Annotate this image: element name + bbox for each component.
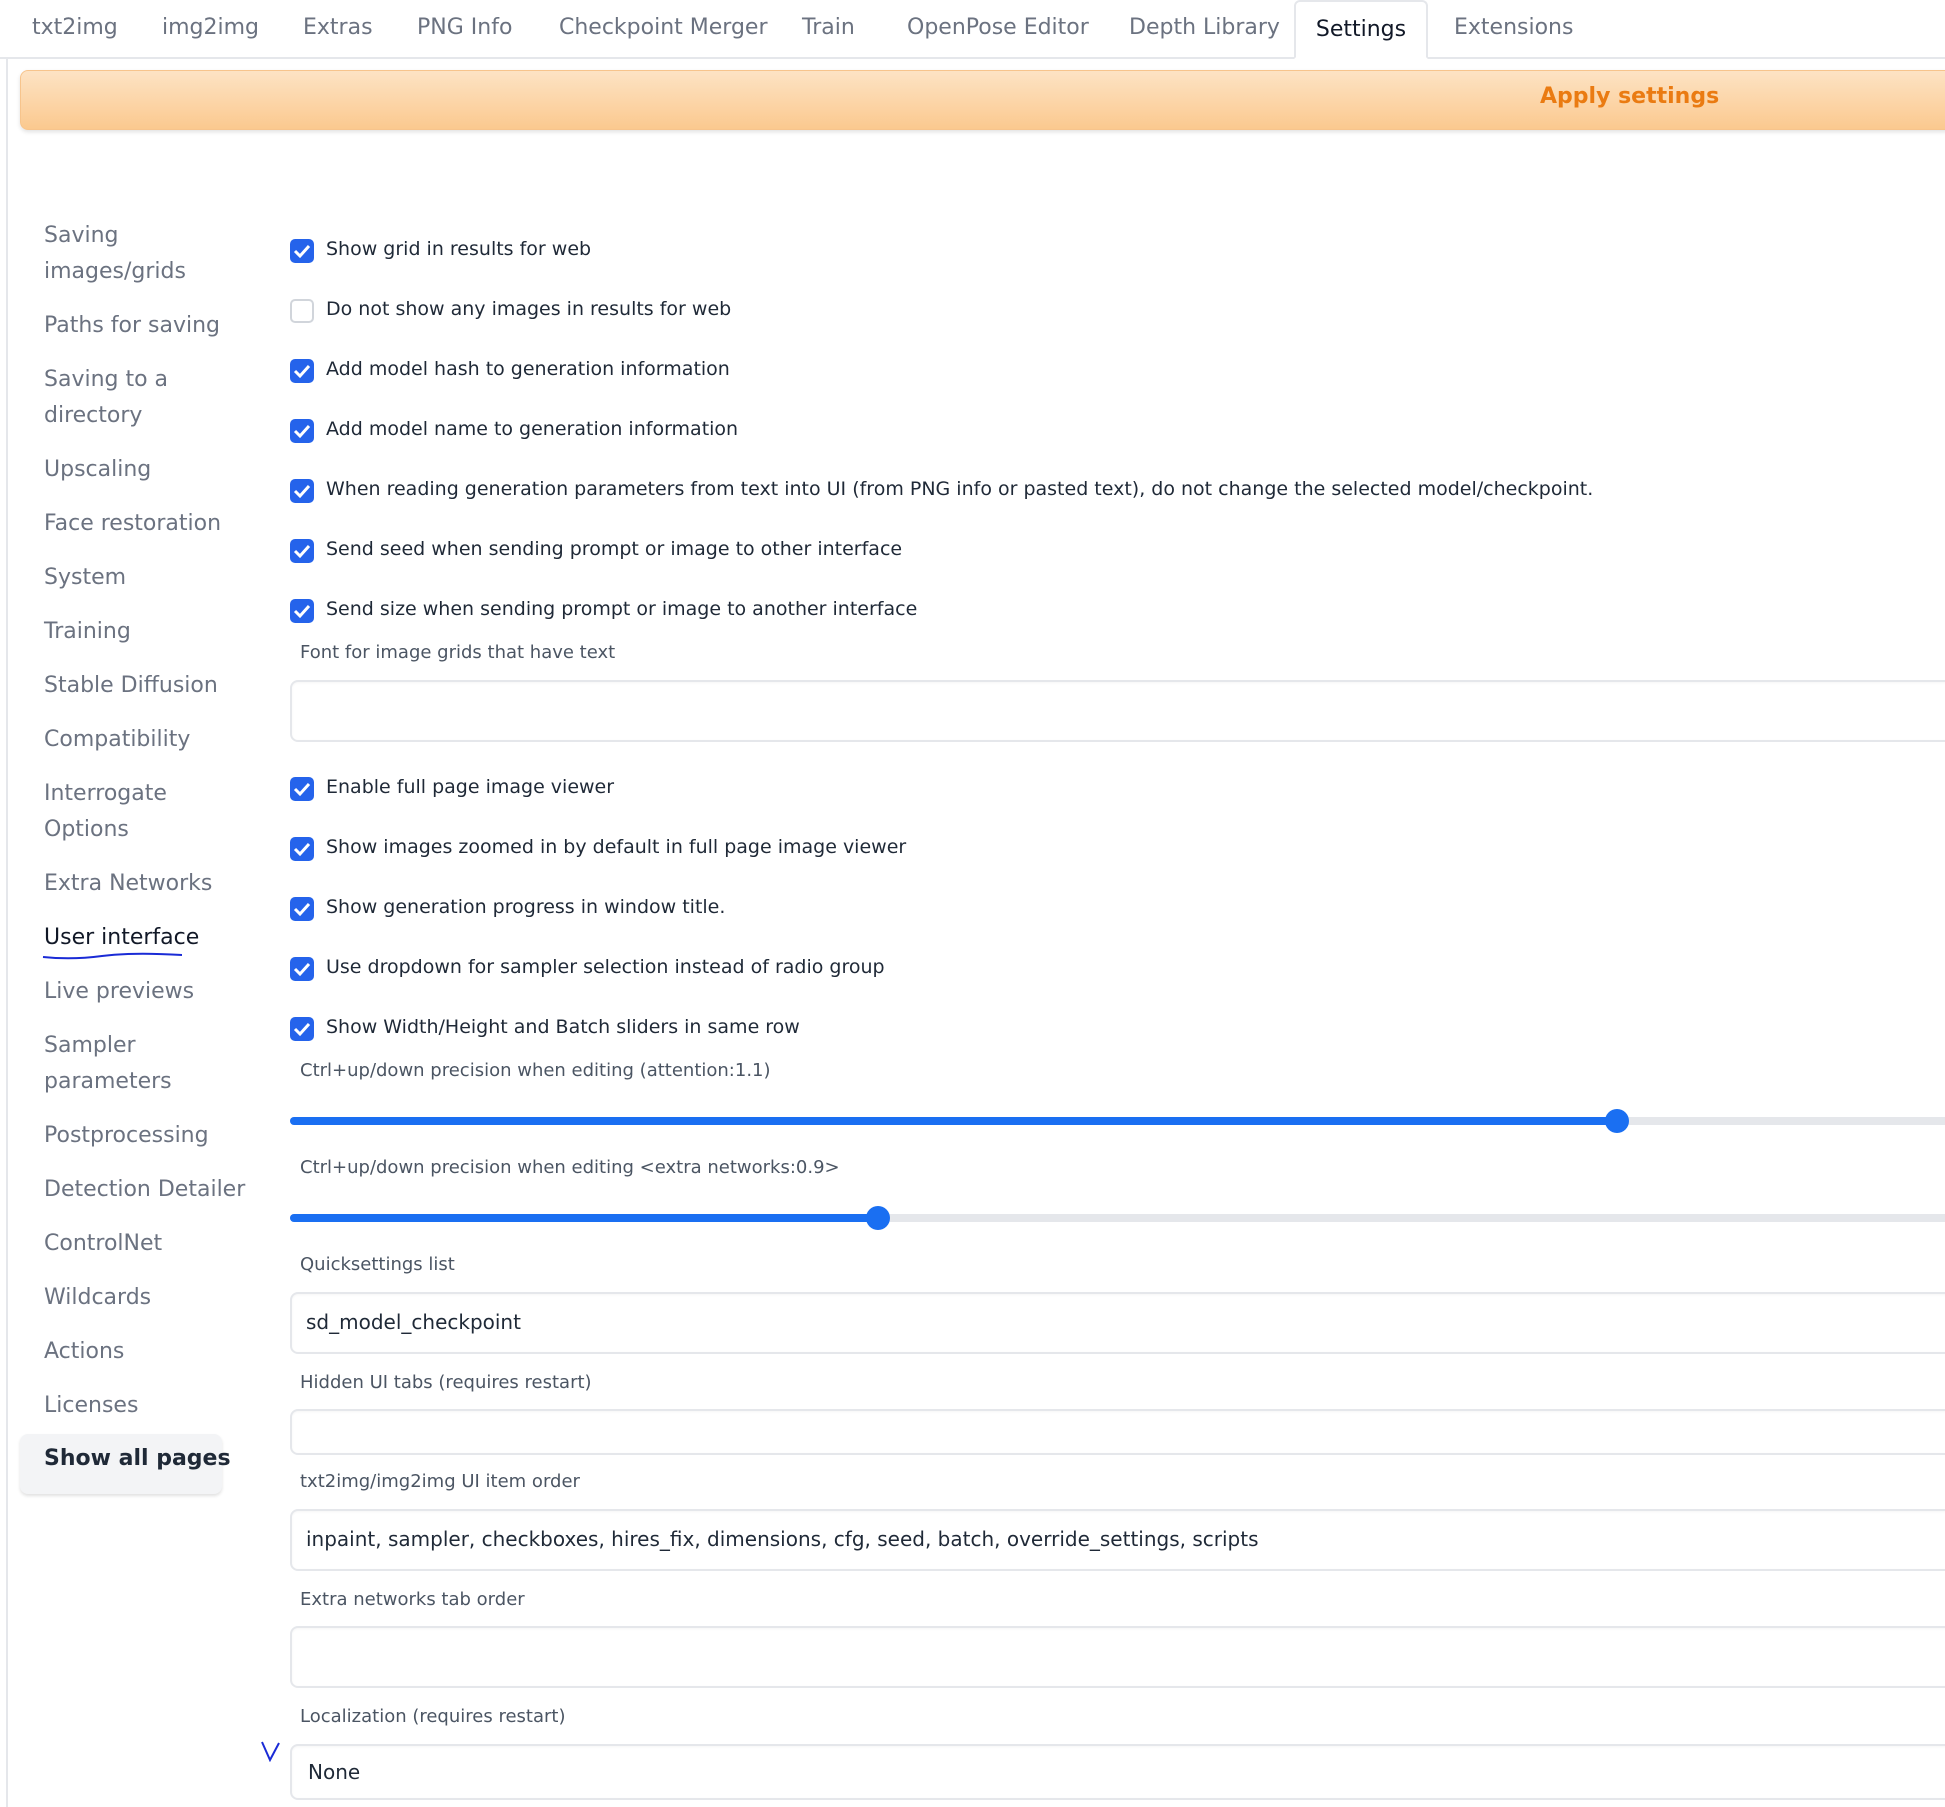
label-sampler-dropdown: Use dropdown for sampler selection inste…: [326, 956, 885, 978]
label-send-size: Send size when sending prompt or image t…: [326, 598, 918, 620]
label-font-for-grids: Font for image grids that have text: [300, 642, 616, 663]
slider-fill: [290, 1117, 1618, 1125]
sidebar-item-postprocessing[interactable]: Postprocessing: [44, 1118, 209, 1154]
ui-item-order-value: inpaint, sampler, checkboxes, hires_fix,…: [306, 1527, 1259, 1551]
label-zoomed-default: Show images zoomed in by default in full…: [326, 836, 907, 858]
sidebar-item-actions[interactable]: Actions: [44, 1334, 124, 1370]
tab-train[interactable]: Train: [802, 0, 855, 57]
checkbox-sliders-same-row[interactable]: [290, 1017, 314, 1041]
quicksettings-value: sd_model_checkpoint: [306, 1310, 521, 1334]
sidebar-item-compatibility[interactable]: Compatibility: [44, 722, 190, 758]
checkbox-do-not-show-images[interactable]: [290, 299, 314, 323]
settings-page: txt2img img2img Extras PNG Info Checkpoi…: [0, 0, 1945, 1807]
sidebar-item-upscaling[interactable]: Upscaling: [44, 452, 151, 488]
label-do-not-show-images: Do not show any images in results for we…: [326, 298, 732, 320]
checkbox-zoomed-default[interactable]: [290, 837, 314, 861]
label-send-seed: Send seed when sending prompt or image t…: [326, 538, 903, 560]
sidebar-item-live-previews[interactable]: Live previews: [44, 974, 194, 1010]
label-quicksettings: Quicksettings list: [300, 1254, 455, 1275]
tab-extensions[interactable]: Extensions: [1454, 0, 1573, 57]
localization-value: None: [308, 1760, 361, 1784]
checkbox-progress-in-title[interactable]: [290, 897, 314, 921]
label-full-page-viewer: Enable full page image viewer: [326, 776, 615, 798]
sidebar-item-stable-diffusion[interactable]: Stable Diffusion: [44, 668, 218, 704]
checkbox-add-model-name[interactable]: [290, 419, 314, 443]
sidebar-item-face-restoration[interactable]: Face restoration: [44, 506, 221, 542]
checkbox-send-seed[interactable]: [290, 539, 314, 563]
attention-precision-slider[interactable]: [290, 1109, 1945, 1133]
label-ui-item-order: txt2img/img2img UI item order: [300, 1471, 580, 1492]
sidebar-item-sampler-parameters[interactable]: Sampler parameters: [44, 1028, 172, 1100]
sidebar-item-interrogate-options[interactable]: Interrogate Options: [44, 776, 167, 848]
sidebar-item-system[interactable]: System: [44, 560, 126, 596]
label-show-grid: Show grid in results for web: [326, 238, 592, 260]
tab-settings[interactable]: Settings: [1294, 0, 1428, 59]
label-keep-model-on-paste: When reading generation parameters from …: [326, 478, 1594, 500]
panel-border: [6, 57, 8, 1807]
label-attention-precision: Ctrl+up/down precision when editing (att…: [300, 1060, 771, 1081]
tab-img2img[interactable]: img2img: [162, 0, 259, 57]
handwritten-v-mark: [261, 1741, 280, 1762]
quicksettings-input[interactable]: [290, 1292, 1945, 1354]
sidebar-item-controlnet[interactable]: ControlNet: [44, 1226, 162, 1262]
slider-thumb[interactable]: [866, 1206, 890, 1230]
sidebar-item-wildcards[interactable]: Wildcards: [44, 1280, 151, 1316]
tab-extras[interactable]: Extras: [303, 0, 373, 57]
label-progress-in-title: Show generation progress in window title…: [326, 896, 726, 918]
slider-fill: [290, 1214, 878, 1222]
handwritten-underline-mark: [42, 952, 182, 960]
checkbox-keep-model-on-paste[interactable]: [290, 479, 314, 503]
checkbox-full-page-viewer[interactable]: [290, 777, 314, 801]
checkbox-send-size[interactable]: [290, 599, 314, 623]
sidebar-item-saving-to-directory[interactable]: Saving to a directory: [44, 362, 168, 434]
sidebar-item-detection-detailer[interactable]: Detection Detailer: [44, 1172, 245, 1208]
tab-png-info[interactable]: PNG Info: [417, 0, 512, 57]
sidebar-item-extra-networks[interactable]: Extra Networks: [44, 866, 212, 902]
show-all-pages-label: Show all pages: [44, 1446, 231, 1471]
font-input[interactable]: [290, 680, 1945, 742]
tab-depth-library[interactable]: Depth Library: [1129, 0, 1280, 57]
sidebar-item-paths-for-saving[interactable]: Paths for saving: [44, 308, 220, 344]
sidebar-item-training[interactable]: Training: [44, 614, 131, 650]
label-sliders-same-row: Show Width/Height and Batch sliders in s…: [326, 1016, 800, 1038]
sidebar-item-saving-images-grids[interactable]: Saving images/grids: [44, 218, 186, 290]
label-localization: Localization (requires restart): [300, 1706, 566, 1727]
tab-bar: txt2img img2img Extras PNG Info Checkpoi…: [0, 0, 1945, 59]
label-add-model-name: Add model name to generation information: [326, 418, 739, 440]
tab-checkpoint-merger[interactable]: Checkpoint Merger: [559, 0, 768, 57]
checkbox-sampler-dropdown[interactable]: [290, 957, 314, 981]
extra-networks-precision-slider[interactable]: [290, 1206, 1945, 1230]
tab-openpose-editor[interactable]: OpenPose Editor: [907, 0, 1089, 57]
slider-thumb[interactable]: [1605, 1109, 1630, 1133]
extra-networks-order-input[interactable]: [290, 1626, 1945, 1688]
label-hidden-tabs: Hidden UI tabs (requires restart): [300, 1372, 592, 1393]
hidden-tabs-input[interactable]: [290, 1409, 1945, 1455]
checkbox-add-model-hash[interactable]: [290, 359, 314, 383]
tab-txt2img[interactable]: txt2img: [32, 0, 118, 57]
label-extra-networks-precision: Ctrl+up/down precision when editing <ext…: [300, 1157, 840, 1178]
checkbox-show-grid[interactable]: [290, 239, 314, 263]
apply-settings-label: Apply settings: [1540, 84, 1720, 109]
label-add-model-hash: Add model hash to generation information: [326, 358, 730, 380]
sidebar-item-licenses[interactable]: Licenses: [44, 1388, 138, 1424]
label-extra-networks-order: Extra networks tab order: [300, 1589, 525, 1610]
localization-dropdown[interactable]: [290, 1744, 1945, 1800]
